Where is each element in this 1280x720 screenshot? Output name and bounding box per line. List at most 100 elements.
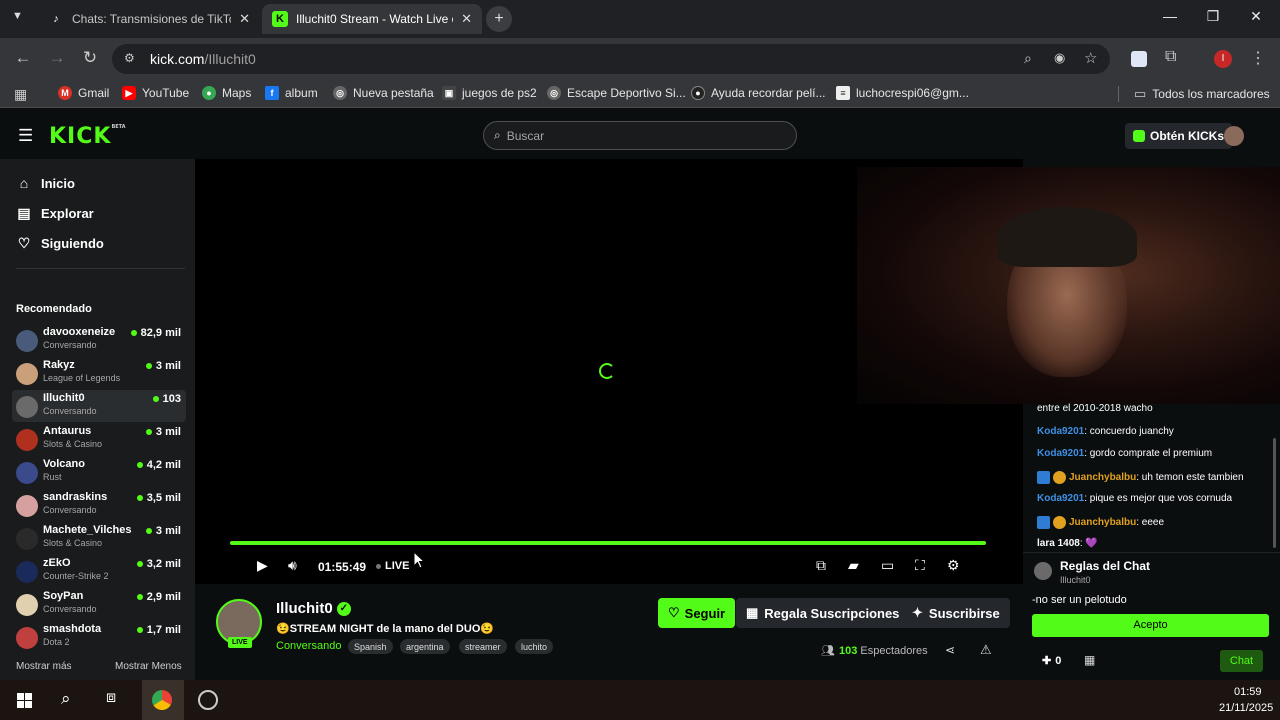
bookmark-ps2-games[interactable]: ▣ juegos de ps2 [442,86,537,100]
show-less-button[interactable]: Mostrar Menos [115,661,182,672]
windows-start-icon[interactable] [17,693,32,708]
channel-name[interactable]: Illuchit0 ✓ [276,600,351,617]
chat-username[interactable]: Koda9201 [1037,448,1084,459]
forward-icon[interactable]: → [46,48,68,68]
recommended-channel[interactable]: Rakyz League of Legends 3 mil [12,357,186,389]
bookmark-maps[interactable]: ● Maps [202,86,251,100]
live-indicator[interactable]: LIVE [376,560,409,572]
channel-avatar [16,561,38,583]
viewer-count: 1,7 mil [136,624,181,636]
fullscreen-icon[interactable]: ⛶ [915,557,925,574]
tag-streamer[interactable]: streamer [459,639,507,654]
chat-username[interactable]: Juanchybalbu [1069,517,1136,528]
chat-username[interactable]: lara 1408 [1037,538,1080,549]
tag-spanish[interactable]: Spanish [348,639,393,654]
chat-text: : gordo comprate el premium [1084,448,1213,459]
user-avatar[interactable] [1224,126,1244,146]
share-icon[interactable]: ⋖ [945,643,955,657]
recommended-channel[interactable]: Illuchit0 Conversando 103 [12,390,186,422]
report-icon[interactable]: ⚠ [980,642,992,658]
reload-icon[interactable]: ↻ [79,48,101,68]
url-path: /Illuchit0 [204,51,256,67]
stream-category[interactable]: Conversando [276,640,341,652]
task-view-icon[interactable]: ⧈ [106,689,116,707]
recommended-channel[interactable]: Machete_Vilches Slots & Casino 3 mil [12,522,186,554]
subscribe-button[interactable]: ✦ Suscribirse [902,598,1010,628]
profile-avatar[interactable]: I [1214,50,1232,68]
eye-off-icon[interactable]: ◉ [1054,50,1065,66]
zoom-icon[interactable]: ⌕ [1024,50,1032,67]
recommended-channel[interactable]: Volcano Rust 4,2 mil [12,456,186,488]
chat-points[interactable]: ✚ 0 [1042,654,1061,667]
site-info-icon[interactable]: ⚙ [124,51,135,65]
bookmarks-bar: ▦ M Gmail ▶ YouTube ● Maps f album ◎ Nueva pe… [0,80,1280,108]
volume-icon[interactable]: 🔊︎ [288,557,297,574]
address-bar[interactable]: ⚙ kick.com/Illuchit0 ⌕ ◉ ☆ [112,44,1110,74]
facebook-icon: f [265,86,279,100]
extension-icon[interactable] [1131,51,1147,67]
nav-following[interactable]: ♡ Siguiendo [17,235,104,252]
back-icon[interactable]: ← [12,48,34,68]
chat-username[interactable]: Koda9201 [1037,493,1084,504]
minimize-icon[interactable]: — [1160,8,1180,24]
tab-tiktok-chats[interactable]: ♪ Chats: Transmisiones de TikTok ✕ [38,4,260,34]
recommended-channel[interactable]: smashdota Dota 2 1,7 mil [12,621,186,653]
search-icon[interactable]: ⌕ [61,689,71,709]
bookmark-ayuda-recordar[interactable]: ● Ayuda recordar pelí... [691,86,826,100]
bookmark-star-icon[interactable]: ☆ [1084,49,1097,67]
record-app-icon[interactable] [198,690,218,710]
settings-gear-icon[interactable]: ⚙ [947,557,960,574]
tag-luchito[interactable]: luchito [515,639,554,654]
bookmark-escape-deportivo[interactable]: ◎ Escape Deportivo Si... [547,86,686,100]
chat-username[interactable]: Koda9201 [1037,426,1084,437]
clock-date[interactable]: 21/11/2025 [1219,702,1273,714]
follow-button[interactable]: ♡ Seguir [658,598,736,628]
hamburger-menu-icon[interactable]: ☰ [18,126,33,146]
nav-explore[interactable]: ▤ Explorar [17,205,93,222]
tag-argentina[interactable]: argentina [400,639,450,654]
new-tab-button[interactable]: + [486,6,512,32]
recommended-channel[interactable]: SoyPan Conversando 2,9 mil [12,588,186,620]
recommended-channel[interactable]: davooxeneize Conversando 82,9 mil [12,324,186,356]
puzzle-icon[interactable]: ⧉ [1165,48,1176,66]
clock-time[interactable]: 01:59 [1234,686,1262,698]
pip-icon[interactable]: ⧉ [816,557,826,574]
get-kicks-button[interactable]: Obtén KICKs [1125,123,1233,149]
bookmark-album[interactable]: f album [265,86,318,100]
chat-send-button[interactable]: Chat [1220,650,1263,672]
recommended-channel[interactable]: Antaurus Slots & Casino 3 mil [12,423,186,455]
viewer-count: 3,2 mil [136,558,181,570]
show-more-button[interactable]: Mostrar más [16,661,72,672]
close-window-icon[interactable]: ✕ [1246,8,1266,25]
search-input[interactable]: ⌕ Buscar [483,121,797,150]
recommended-channel[interactable]: zEkO Counter-Strike 2 3,2 mil [12,555,186,587]
rule-text: -no ser un pelotudo [1032,594,1127,606]
chat-username[interactable]: Juanchybalbu [1069,472,1136,483]
bookmark-gmail[interactable]: M Gmail [58,86,109,100]
webcam-video-frame [857,167,1280,404]
apps-grid-icon[interactable]: ▦ [14,86,27,103]
chat-scrollbar[interactable] [1273,438,1276,548]
bookmark-youtube[interactable]: ▶ YouTube [122,86,189,100]
tab-search-button[interactable]: ▼ [12,10,23,22]
all-bookmarks-button[interactable]: ▭ Todos los marcadores [1134,86,1270,102]
play-icon[interactable]: ▶ [257,557,268,574]
close-tab-icon[interactable]: ✕ [461,11,472,27]
gift-icon[interactable]: ▦ [1084,653,1095,667]
bookmark-email[interactable]: ≡ luchocrespi06@gm... [836,86,969,100]
gift-subs-button[interactable]: ▦ Regala Suscripciones [736,598,910,628]
menu-kebab-icon[interactable]: ⋮ [1250,48,1266,68]
bookmark-new-tab[interactable]: ◎ Nueva pestaña [333,86,434,100]
badge-icon [1037,470,1050,484]
restore-icon[interactable]: ❐ [1203,8,1223,25]
channel-category: Dota 2 [43,637,70,647]
clip-icon[interactable]: ▰ [848,557,859,574]
accept-rules-button[interactable]: Acepto [1032,614,1269,637]
close-tab-icon[interactable]: ✕ [239,11,250,27]
theater-mode-icon[interactable]: ▭ [881,557,894,574]
kick-logo[interactable]: KICKBETA [49,124,126,149]
channel-category: Conversando [43,406,97,416]
tab-kick-stream[interactable]: K Illuchit0 Stream - Watch Live on ✕ [262,4,482,34]
recommended-channel[interactable]: sandraskins Conversando 3,5 mil [12,489,186,521]
nav-home[interactable]: ⌂ Inicio [17,175,75,191]
